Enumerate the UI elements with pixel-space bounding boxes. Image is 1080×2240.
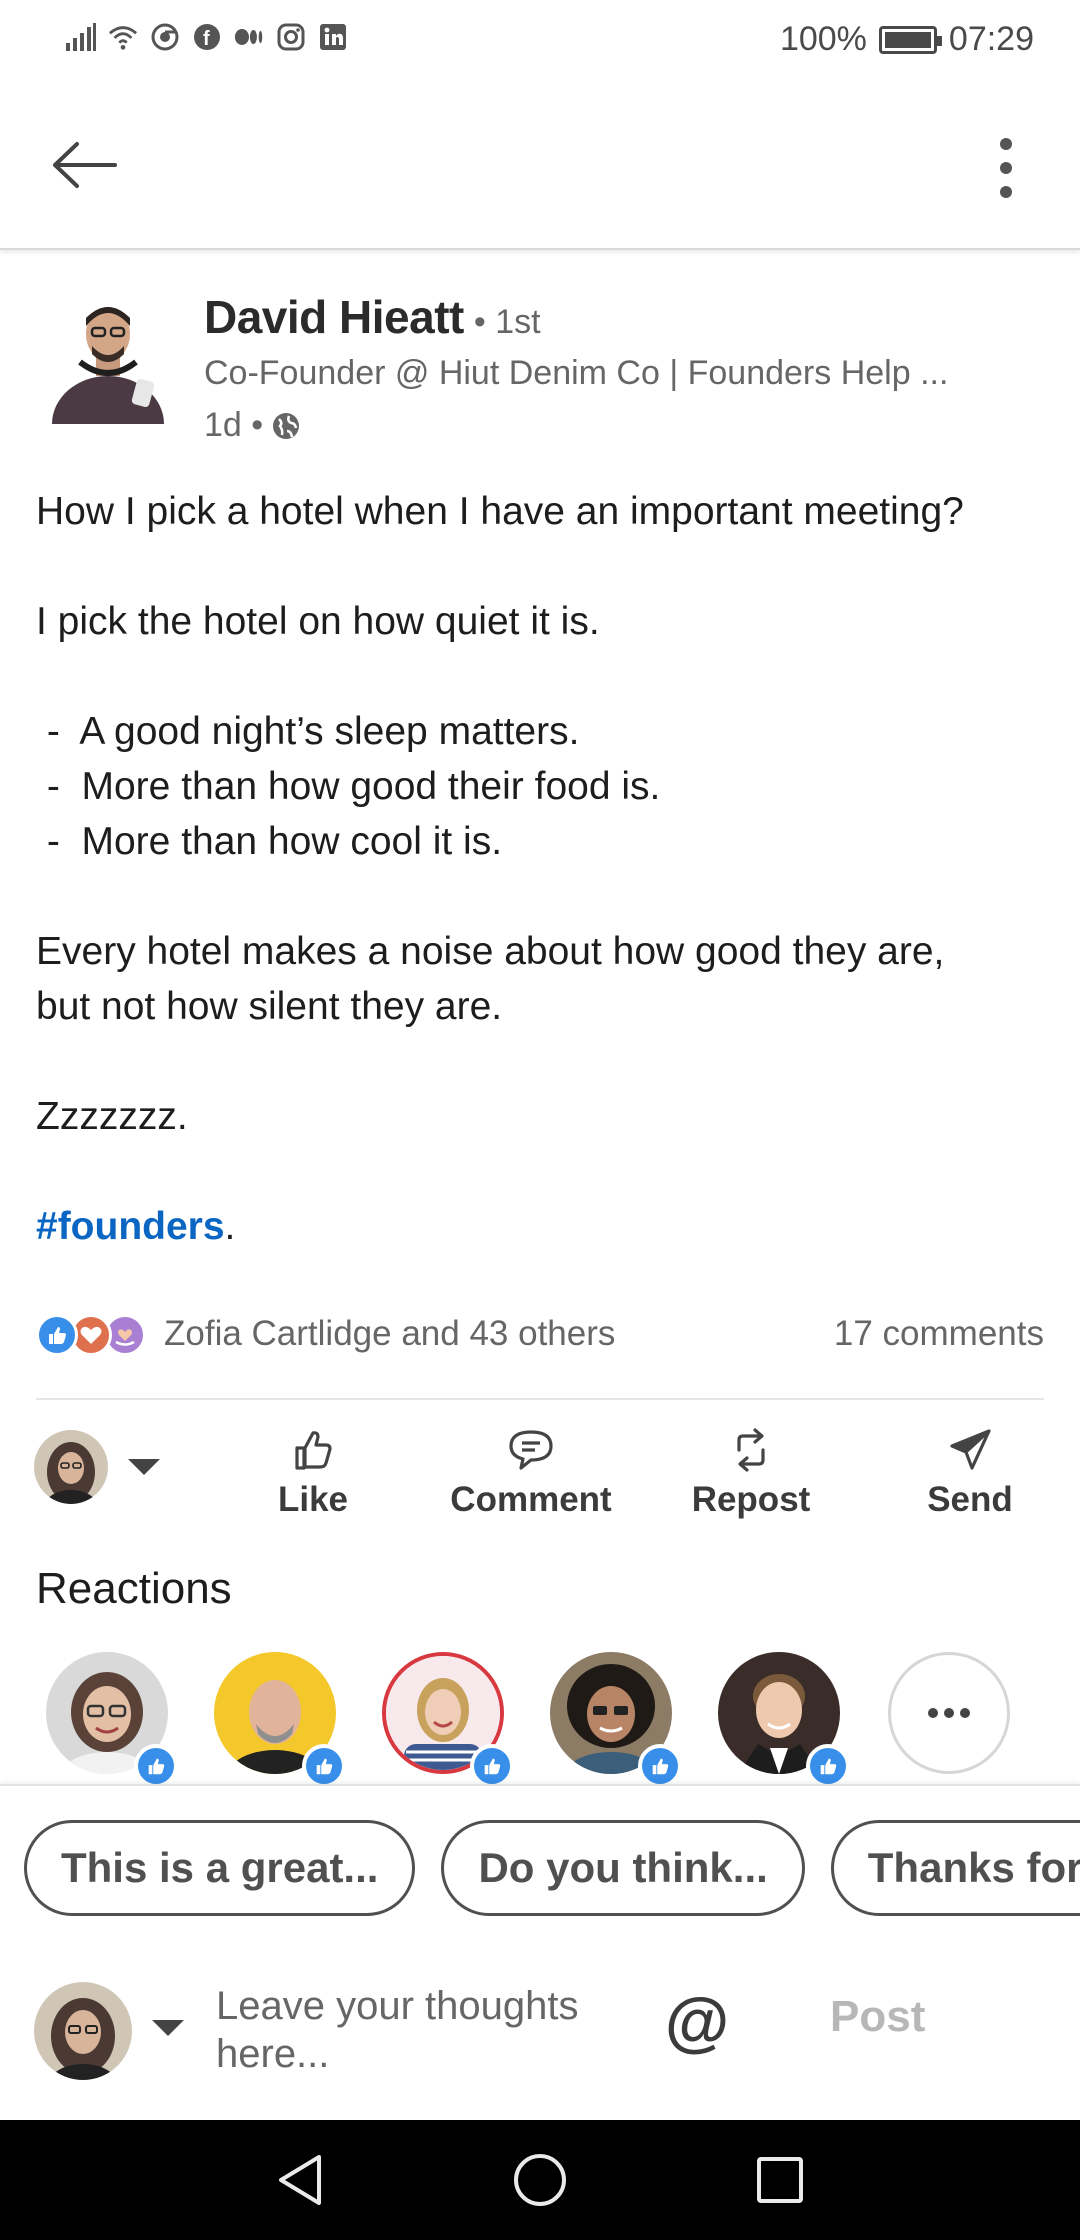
hashtag-suffix: . [224,1205,236,1248]
post-button[interactable]: Post [830,1992,925,2042]
like-button[interactable]: Like [213,1420,413,1520]
repost-label: Repost [691,1480,811,1519]
social-counts: Zofia Cartlidge and 43 others 17 comment… [36,1306,1044,1362]
like-badge-icon [134,1744,178,1788]
post-line [36,1144,1046,1199]
author-name-row: David Hieatt • 1st [204,290,541,344]
post-line: How I pick a hotel when I have an import… [36,490,964,533]
post-line: - More than how cool it is. [36,820,503,863]
send-icon [950,1429,991,1470]
system-nav-bar [0,2120,1080,2240]
post-meta: 1d • [204,406,301,445]
comments-count[interactable]: 17 comments [834,1314,1044,1354]
globe-icon [273,412,300,439]
like-badge-icon [806,1744,850,1788]
nav-recents-button[interactable] [744,2144,816,2216]
hashtag-line: #founders. [36,1199,1046,1254]
status-right: 100% 07:29 [780,20,1034,59]
instagram-icon [276,22,306,52]
clock: 07:29 [948,20,1034,58]
notification-icons: f [66,22,348,52]
actor-avatar [34,1430,108,1504]
reaction-icons[interactable] [36,1311,156,1357]
circle-home-icon [514,2154,566,2206]
triangle-back-icon [279,2155,321,2205]
composer-actor-switch[interactable] [150,2018,186,2043]
like-badge-icon [638,1744,682,1788]
post-time: 1d • [204,406,264,444]
send-label: Send [927,1480,1013,1519]
comment-icon [509,1430,553,1470]
more-vertical-icon [1000,138,1012,198]
post-body: How I pick a hotel when I have an import… [36,484,1046,1254]
wifi-icon [108,22,138,52]
composer-avatar[interactable] [34,1982,132,2080]
like-badge-icon [470,1744,514,1788]
like-badge-icon [302,1744,346,1788]
author-name[interactable]: David Hieatt [204,290,464,344]
post-line: Zzzzzzz. [36,1095,188,1138]
suggestion-chip[interactable]: Do you think... [441,1820,805,1916]
post-line [36,649,1046,704]
medium-icon [234,22,264,52]
like-icon [295,1431,332,1470]
comment-label: Comment [450,1480,612,1519]
suggestion-chip[interactable]: Thanks for sharing [830,1820,1080,1916]
post-line: - A good night’s sleep matters. [36,710,580,753]
suggestion-chips: This is a great... Do you think... Thank… [24,1820,1080,1920]
battery-percent: 100% [779,20,867,58]
arrow-left-icon [53,142,117,188]
back-button[interactable] [44,130,124,200]
like-label: Like [277,1480,349,1519]
reactions-title: Reactions [36,1564,232,1613]
linkedin-icon [318,22,348,52]
post-line [36,539,1046,594]
signal-icon [66,22,96,52]
divider [36,1398,1044,1400]
like-reaction-icon [36,1314,78,1356]
repost-icon [737,1428,765,1472]
more-options-button[interactable] [976,128,1036,208]
post-line [36,1034,1046,1089]
post-line: I pick the hotel on how quiet it is. [36,600,600,643]
square-recents-icon [757,2157,803,2203]
post-line: - More than how good their food is. [36,765,661,808]
suggestion-chip[interactable]: This is a great... [24,1820,416,1916]
battery-icon [878,25,942,54]
author-headline: Co-Founder @ Hiut Denim Co | Founders He… [204,354,949,392]
repost-button[interactable]: Repost [651,1420,851,1520]
actor-switcher[interactable] [34,1430,162,1504]
send-button[interactable]: Send [870,1420,1070,1520]
post-line: Every hotel makes a noise about how good… [36,930,945,973]
more-reactions-button[interactable] [888,1652,1010,1774]
comment-input[interactable]: Leave your thoughts here... [216,1982,636,2078]
comment-button[interactable]: Comment [431,1420,631,1520]
app-header [0,84,1080,250]
status-bar: f 100% 07:29 [0,0,1080,84]
more-horizontal-icon [928,1708,970,1718]
author-avatar[interactable] [38,284,178,424]
facebook-icon: f [192,22,222,52]
comment-composer: This is a great... Do you think... Thank… [0,1784,1080,2120]
hashtag-link[interactable]: #founders [36,1205,225,1248]
post-line [36,869,1046,924]
svg-text:f: f [203,28,210,50]
reactions-summary[interactable]: Zofia Cartlidge and 43 others [164,1314,615,1354]
nav-back-button[interactable] [264,2144,336,2216]
connection-degree: • 1st [473,303,541,341]
chevron-down-icon [128,1459,160,1475]
mention-button[interactable]: @ [658,1982,736,2060]
post-line: but not how silent they are. [36,985,503,1028]
nav-home-button[interactable] [504,2144,576,2216]
chrome-icon [150,22,180,52]
chevron-down-icon [152,2020,184,2036]
